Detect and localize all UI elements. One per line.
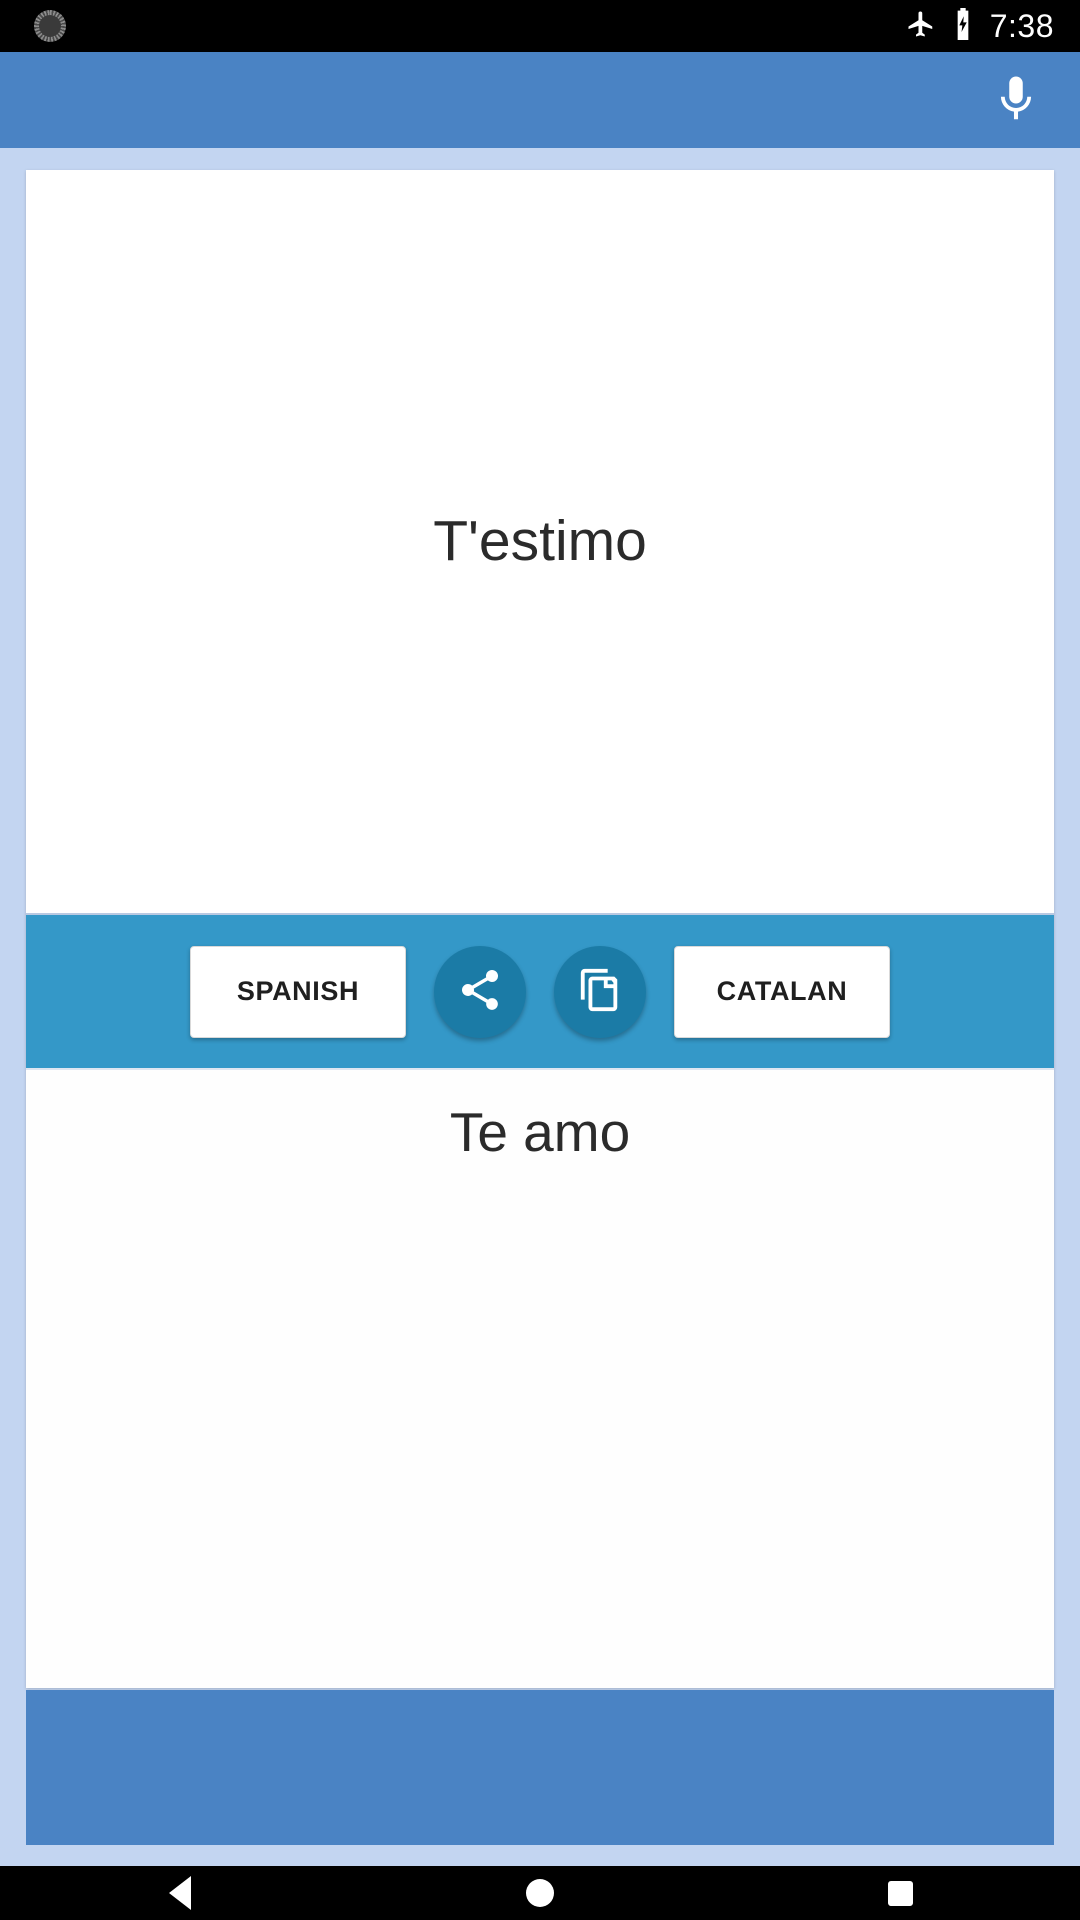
microphone-icon: [989, 72, 1043, 129]
spinner-icon: [34, 10, 66, 42]
android-navigation-bar: [0, 1866, 1080, 1920]
phone-screen: 7:38 T'estimo SPANISH CATALAN Te amo: [0, 0, 1080, 1920]
target-language-button[interactable]: CATALAN: [674, 945, 890, 1038]
home-circle-icon: [526, 1879, 554, 1907]
airplane-mode-icon: [906, 9, 936, 44]
microphone-button[interactable]: [974, 58, 1058, 142]
source-language-button[interactable]: SPANISH: [190, 945, 406, 1038]
translator-card: T'estimo SPANISH CATALAN Te amo: [26, 170, 1054, 1688]
target-text-pane[interactable]: Te amo: [26, 1070, 1054, 1688]
copy-icon: [577, 967, 623, 1016]
recents-square-icon: [887, 1880, 913, 1906]
source-text-pane[interactable]: T'estimo: [26, 170, 1054, 913]
ad-banner[interactable]: [26, 1690, 1054, 1845]
status-bar-left: [34, 10, 66, 42]
status-bar: 7:38: [0, 0, 1080, 52]
target-text: Te amo: [449, 1101, 631, 1163]
nav-back-button[interactable]: [100, 1866, 260, 1920]
back-triangle-icon: [169, 1876, 191, 1910]
app-bar: [0, 52, 1080, 148]
battery-charging-icon: [950, 7, 976, 45]
status-bar-clock: 7:38: [989, 7, 1054, 44]
nav-home-button[interactable]: [460, 1866, 620, 1920]
share-icon: [456, 966, 504, 1017]
nav-recents-button[interactable]: [820, 1866, 980, 1920]
language-toolbar: SPANISH CATALAN: [26, 913, 1054, 1070]
status-bar-right: 7:38: [906, 7, 1054, 45]
copy-button[interactable]: [554, 945, 646, 1038]
share-button[interactable]: [434, 945, 526, 1038]
source-text[interactable]: T'estimo: [433, 506, 647, 577]
